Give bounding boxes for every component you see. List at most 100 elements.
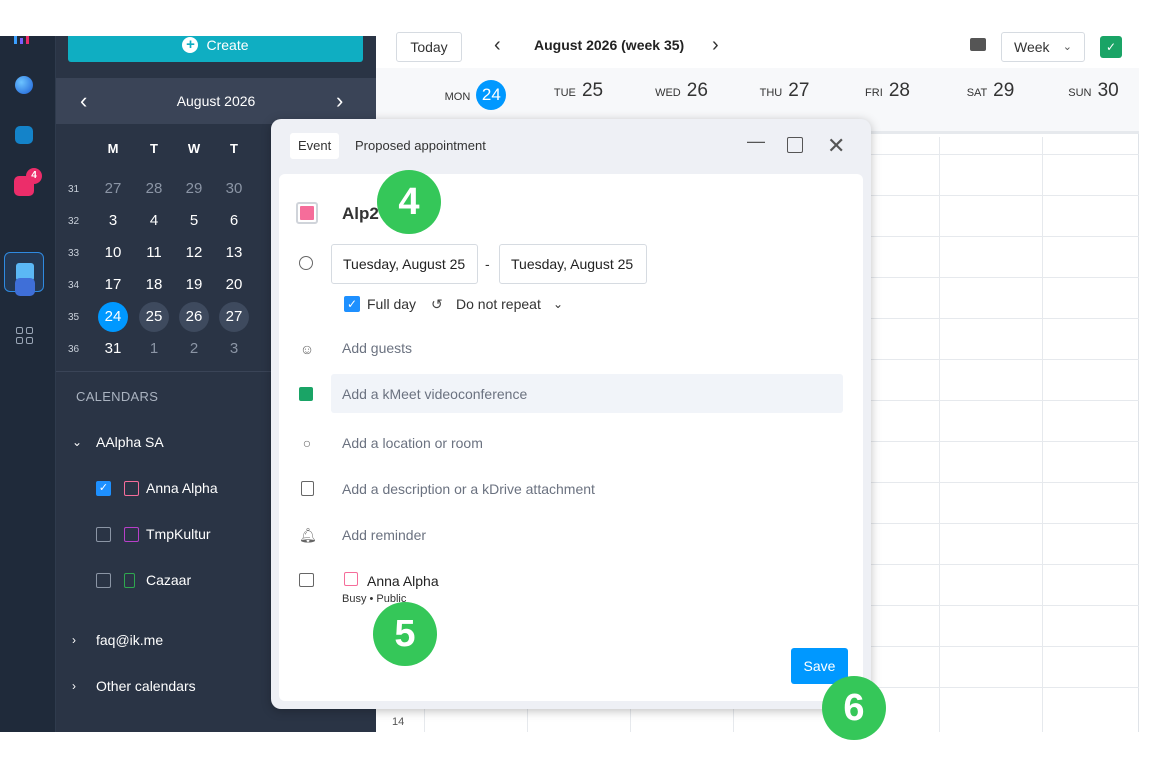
clock-icon — [299, 256, 313, 270]
mini-day[interactable]: 1 — [139, 334, 169, 364]
mini-day[interactable]: 2 — [179, 334, 209, 364]
next-week-chevron-icon[interactable]: › — [712, 34, 719, 57]
day-of-week: SAT — [966, 87, 988, 99]
weekday-label: M — [107, 141, 119, 156]
mini-day[interactable]: 20 — [219, 270, 249, 300]
tab-event[interactable]: Event — [290, 133, 340, 159]
calendar-icon — [124, 526, 139, 542]
expand-panel-icon[interactable] — [787, 137, 803, 153]
event-color-picker[interactable] — [296, 202, 318, 224]
close-icon[interactable]: ✕ — [827, 133, 845, 159]
day-number-today: 24 — [476, 80, 507, 110]
calendar-app: 4 + Create ‹ August 2026 › M T W T 31 27… — [0, 0, 1175, 767]
mini-day[interactable]: 5 — [179, 206, 209, 236]
day-column-header[interactable]: THU 27 — [733, 80, 836, 102]
week-number: 34 — [68, 280, 80, 291]
create-label: Create — [206, 37, 249, 53]
chevron-right-icon: › — [72, 679, 76, 693]
mini-day-today[interactable]: 24 — [98, 302, 128, 332]
week-number: 35 — [68, 312, 80, 323]
day-number: 28 — [888, 80, 910, 101]
full-day-label: Full day — [367, 296, 417, 312]
prev-week-chevron-icon[interactable]: ‹ — [494, 34, 501, 57]
description-input[interactable]: Add a description or a kDrive attachment — [342, 481, 595, 497]
full-day-checkbox[interactable]: ✓ — [344, 296, 360, 312]
create-button[interactable]: + Create — [68, 36, 363, 62]
day-column-header[interactable]: SAT 29 — [939, 80, 1042, 102]
calendar-checkbox[interactable]: ✓ — [96, 480, 111, 496]
mini-day[interactable]: 29 — [179, 174, 209, 204]
mini-day[interactable]: 3 — [98, 206, 128, 236]
repeat-select[interactable]: Do not repeat — [456, 296, 541, 312]
day-number: 29 — [993, 80, 1015, 101]
event-title-input[interactable]: Alp2 — [342, 204, 379, 224]
day-number: 27 — [788, 80, 810, 101]
mini-day[interactable]: 13 — [219, 238, 249, 268]
chevron-down-icon[interactable]: ⌄ — [553, 297, 563, 311]
weekday-label: W — [187, 141, 201, 156]
view-select[interactable]: Week ⌄ — [1001, 32, 1085, 62]
day-number: 26 — [686, 80, 708, 101]
day-column-header[interactable]: MON 24 — [424, 80, 527, 110]
plus-icon: + — [182, 37, 199, 53]
kdrive-icon[interactable] — [15, 76, 33, 94]
grid-apps-icon[interactable] — [16, 327, 34, 345]
today-button[interactable]: Today — [396, 32, 462, 62]
guests-icon: ☺ — [299, 341, 315, 357]
calendar-checkbox[interactable] — [96, 572, 111, 588]
day-of-week: THU — [759, 87, 783, 99]
mini-day-selected-week[interactable]: 25 — [139, 302, 169, 332]
calendar-name: Cazaar — [146, 572, 192, 588]
calendar-group-name: faq@ik.me — [96, 632, 164, 648]
event-calendar-select[interactable]: Anna Alpha — [367, 573, 439, 589]
hour-label: 14 — [392, 716, 405, 728]
mini-day[interactable]: 27 — [98, 174, 128, 204]
app-rail: 4 — [0, 36, 56, 732]
kmeet-icon — [299, 387, 313, 401]
mini-day-selected-week[interactable]: 27 — [219, 302, 249, 332]
day-column-header[interactable]: FRI 28 — [836, 80, 939, 102]
mini-day[interactable]: 11 — [139, 238, 169, 268]
next-month-chevron-icon[interactable]: › — [336, 88, 343, 114]
mini-day[interactable]: 6 — [219, 206, 249, 236]
mini-day[interactable]: 4 — [139, 206, 169, 236]
minimize-icon[interactable]: — — [747, 131, 765, 152]
step-marker: 4 — [377, 170, 441, 234]
guests-input[interactable]: Add guests — [342, 340, 412, 356]
mini-day[interactable]: 30 — [219, 174, 249, 204]
mini-day[interactable]: 28 — [139, 174, 169, 204]
view-select-value: Week — [1014, 39, 1050, 55]
event-form: Alp2 Tuesday, August 25 - Tuesday, Augus… — [279, 174, 863, 701]
mini-day[interactable]: 10 — [98, 238, 128, 268]
day-number: 30 — [1097, 80, 1119, 101]
apps-bars-icon[interactable] — [14, 36, 36, 44]
mini-day[interactable]: 12 — [179, 238, 209, 268]
mini-day[interactable]: 3 — [219, 334, 249, 364]
contacts-app-icon[interactable] — [15, 278, 35, 296]
day-column-header[interactable]: WED 26 — [630, 80, 733, 102]
kmeet-label: Add a kMeet videoconference — [342, 386, 528, 402]
end-date-field[interactable]: Tuesday, August 25 — [499, 244, 647, 284]
day-number: 25 — [581, 80, 604, 101]
mini-day[interactable]: 31 — [98, 334, 128, 364]
start-date-field[interactable]: Tuesday, August 25 — [331, 244, 478, 284]
day-column-header[interactable]: TUE 25 — [527, 80, 630, 102]
location-input[interactable]: Add a location or room — [342, 435, 483, 451]
day-column-header[interactable]: SUN 30 — [1042, 80, 1145, 102]
day-of-week: WED — [655, 87, 681, 99]
mini-day[interactable]: 19 — [179, 270, 209, 300]
calendar-icon — [124, 480, 139, 496]
calendar-name: TmpKultur — [146, 526, 211, 542]
print-icon[interactable] — [970, 38, 986, 51]
mini-day-selected-week[interactable]: 26 — [179, 302, 209, 332]
reminder-button[interactable]: Add reminder — [342, 527, 426, 543]
repeat-icon: ↺ — [431, 296, 443, 312]
mini-day[interactable]: 18 — [139, 270, 169, 300]
mini-day[interactable]: 17 — [98, 270, 128, 300]
kmeet-check-icon[interactable]: ✓ — [1100, 36, 1122, 58]
kmeet-app-icon[interactable] — [15, 126, 33, 144]
day-of-week: TUE — [553, 87, 576, 99]
tab-proposed-appointment[interactable]: Proposed appointment — [347, 133, 494, 159]
week-title: August 2026 (week 35) — [534, 37, 685, 53]
calendar-checkbox[interactable] — [96, 526, 111, 542]
